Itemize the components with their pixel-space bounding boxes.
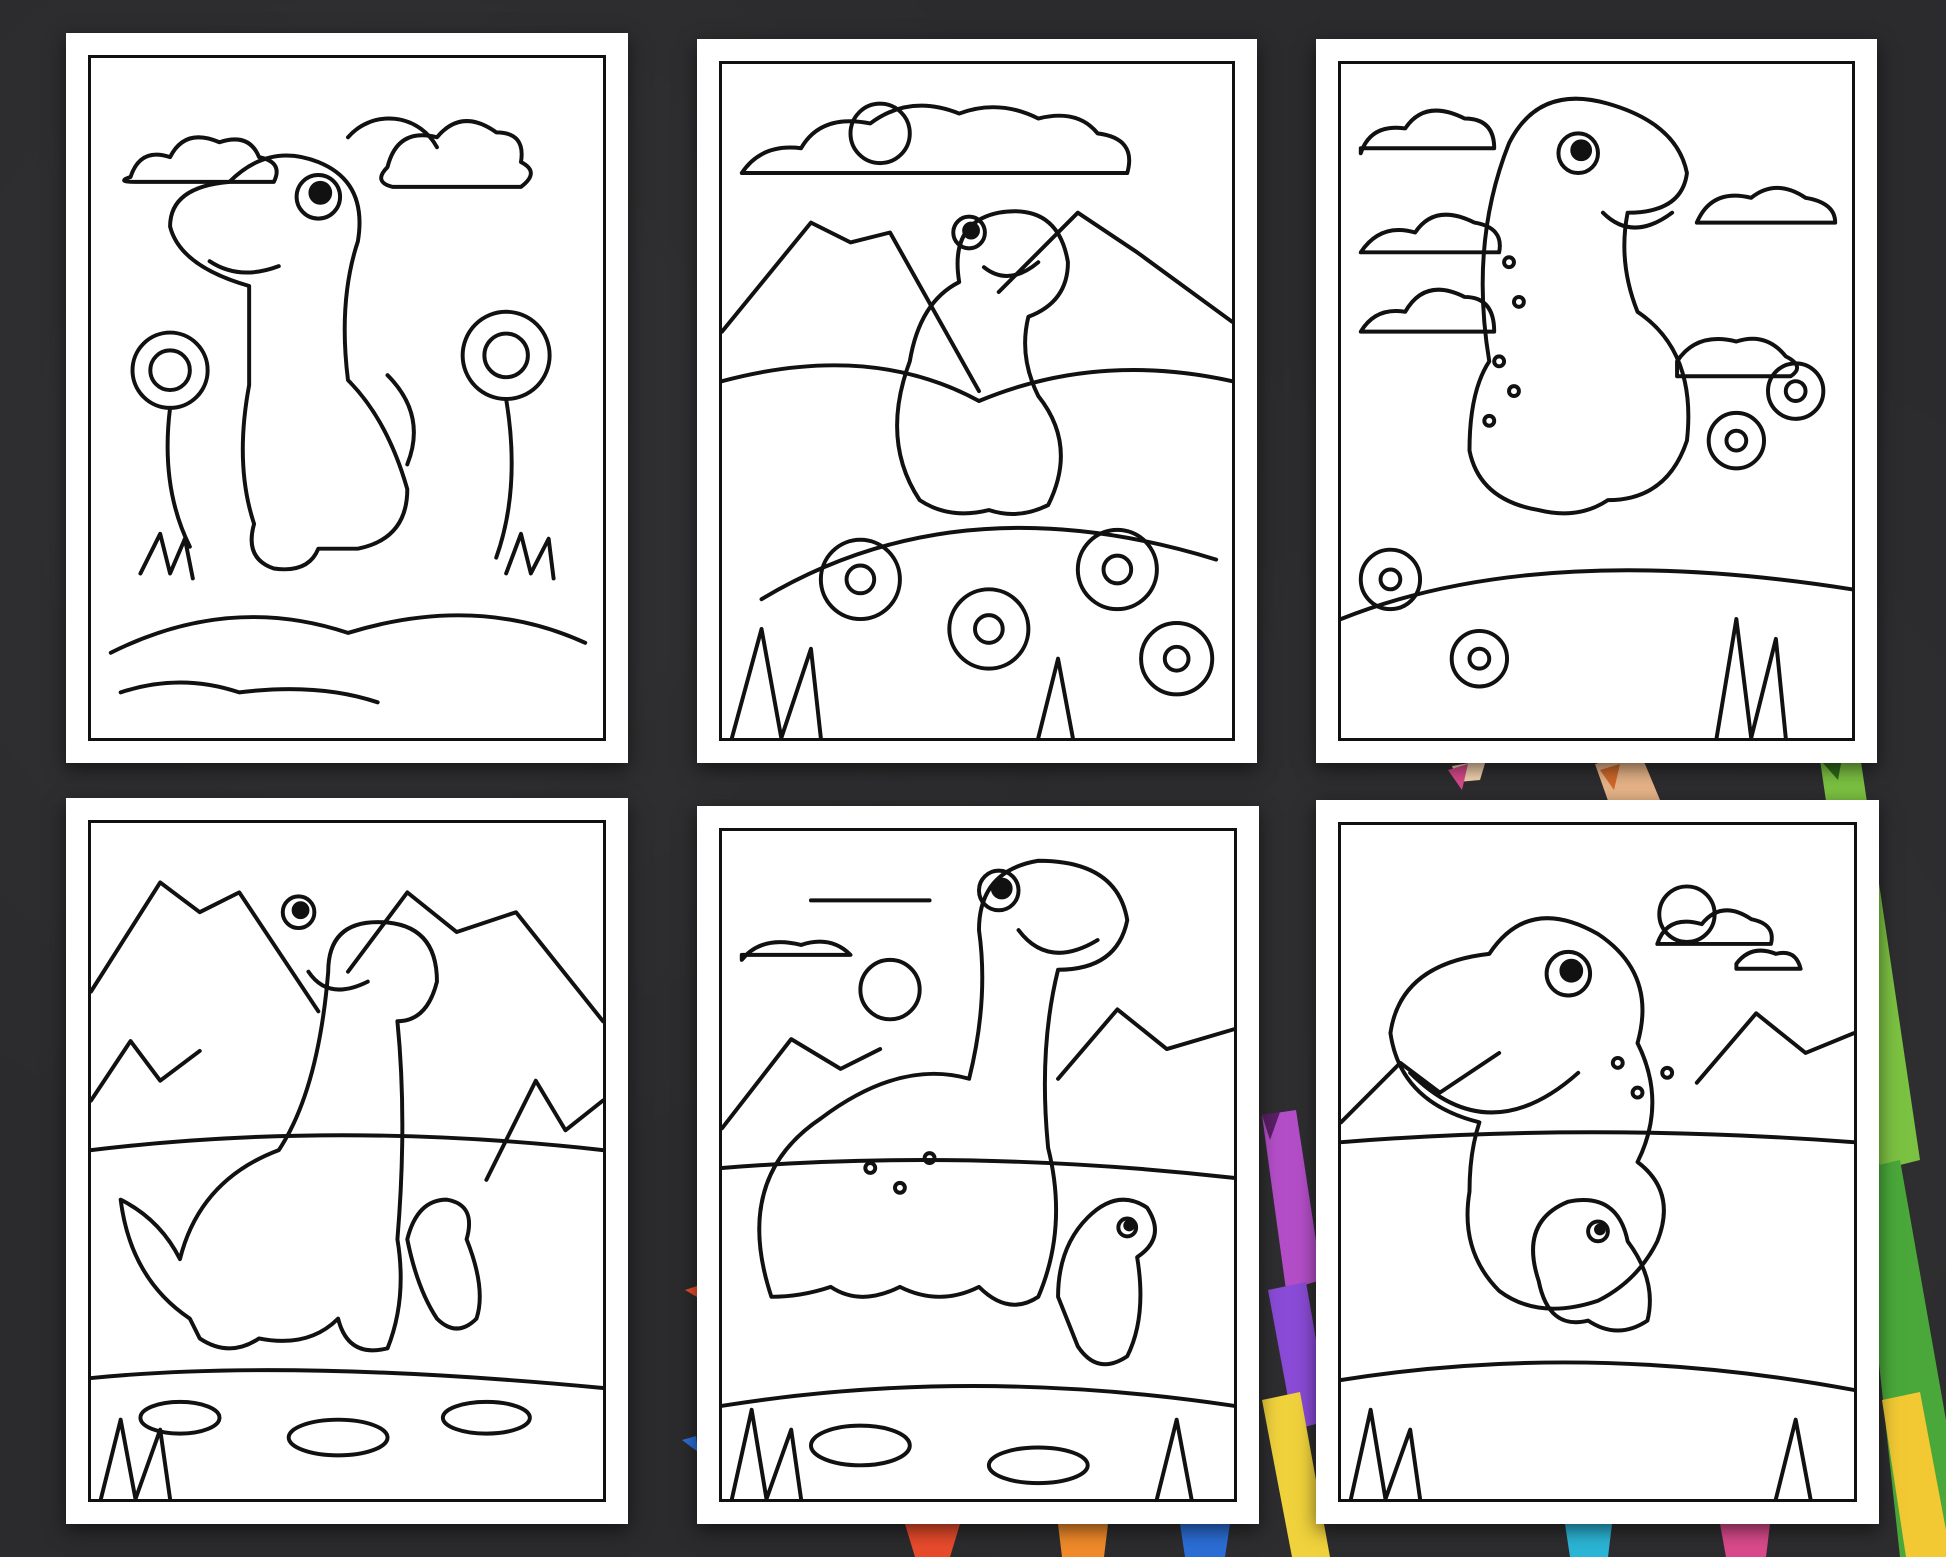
pencil-pink xyxy=(1448,760,1486,790)
pencil-red xyxy=(905,1524,960,1557)
coloring-page-4 xyxy=(66,798,628,1524)
coloring-page-2 xyxy=(697,39,1257,763)
coloring-page-5 xyxy=(697,806,1259,1524)
dinosaur-volcano-illustration xyxy=(722,101,1232,738)
page-border xyxy=(88,55,606,741)
page-border xyxy=(719,61,1235,741)
pencil-magenta xyxy=(1720,1524,1770,1557)
coloring-page-6 xyxy=(1316,800,1879,1524)
page-border xyxy=(1338,822,1857,1502)
pencil-cyan xyxy=(1565,1524,1612,1557)
coloring-page-3 xyxy=(1316,39,1877,763)
page-border xyxy=(1338,61,1855,741)
coloring-page-1 xyxy=(66,33,628,763)
dinosaur-lake-illustration xyxy=(91,880,603,1499)
pencil-blue xyxy=(1180,1524,1230,1557)
spotted-dinosaur-illustration xyxy=(1341,96,1852,738)
dinosaur-flowers-illustration xyxy=(108,116,588,705)
coloring-pages-scene xyxy=(0,0,1946,1557)
long-neck-dinosaur-illustration xyxy=(722,858,1234,1499)
page-border xyxy=(88,820,606,1502)
page-border xyxy=(719,828,1237,1502)
dinosaur-baby-sun-illustration xyxy=(1341,884,1854,1499)
pencil-purple xyxy=(1262,1110,1322,1290)
pencil-orange xyxy=(1058,1524,1108,1557)
